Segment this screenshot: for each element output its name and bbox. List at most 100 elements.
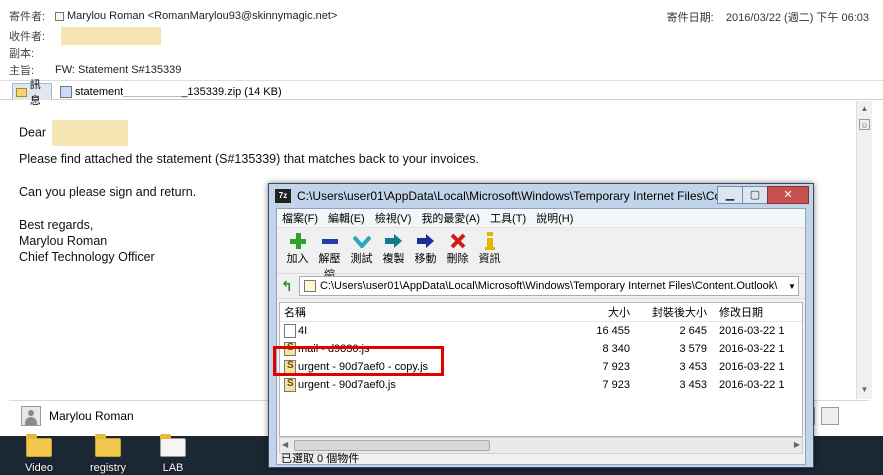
copy-arrow-icon [379,232,408,250]
sender-footer-name[interactable]: Marylou Roman [49,409,134,423]
file-size: 7 923 [602,379,630,391]
sent-date: 寄件日期: 2016/03/22 (週二) 下午 06:03 [667,9,869,25]
redacted-recipient [61,27,161,45]
body-signature-title: Chief Technology Officer [19,250,155,264]
body-scrollbar[interactable]: ▲ ☺ ▼ [856,101,872,399]
menu-tools[interactable]: 工具(T) [485,210,531,226]
file-packed: 2 645 [679,325,707,337]
file-modified: 2016-03-22 1 [719,379,785,391]
info-button[interactable]: 資訊 [475,229,504,271]
file-name: urgent - 90d7aef0.js [298,378,396,391]
column-modified[interactable]: 修改日期 [709,304,799,320]
file-row[interactable]: urgent - 90d7aef0.js 7 923 3 453 2016-03… [280,376,802,394]
attachment-zip[interactable]: statement _135339.zip (14 KB) [58,83,282,100]
move-button-label: 移動 [414,253,437,265]
folder-icon [26,434,52,457]
file-list-header: 名稱 大小 封裝後大小 修改日期 [280,303,802,322]
column-packed-size[interactable]: 封裝後大小 [632,304,709,320]
desktop-icon-registry[interactable]: registry [86,434,130,475]
cc-row: 副本: [9,45,53,61]
copy-button-label: 複製 [382,253,405,265]
body-signature-name: Marylou Roman [19,234,108,248]
column-name[interactable]: 名稱 [280,304,572,320]
message-header: 寄件者: Marylou Roman <RomanMarylou93@skinn… [0,0,883,80]
file-size: 8 340 [602,343,630,355]
file-row[interactable]: 4I 16 455 2 645 2016-03-22 1 [280,322,802,340]
copy-button[interactable]: 複製 [379,229,408,271]
sevenzip-logo-icon: 7z [275,189,291,203]
address-field[interactable]: C:\Users\user01\AppData\Local\Microsoft\… [299,276,799,296]
maximize-button[interactable]: ▢ [742,186,768,204]
column-size[interactable]: 大小 [572,304,632,320]
file-packed: 3 579 [679,343,707,355]
check-chevron-icon [347,232,376,250]
from-label: 寄件者: [9,11,46,23]
to-label: 收件者: [9,31,46,43]
subject-value: FW: Statement S#135339 [55,64,182,76]
menu-help[interactable]: 說明(H) [531,210,578,226]
delete-button[interactable]: 刪除 [443,229,472,271]
delete-button-label: 刪除 [446,253,469,265]
plus-icon [283,232,312,250]
zip-addressbar: ↰ C:\Users\user01\AppData\Local\Microsof… [277,273,805,299]
menu-file[interactable]: 檔案(F) [277,210,323,226]
info-icon [475,232,504,250]
menu-favorites[interactable]: 我的最愛(A) [416,210,485,226]
body-line-1: Please find attached the statement (S#13… [19,152,479,166]
date-label: 寄件日期: [666,12,714,24]
file-modified: 2016-03-22 1 [719,343,785,355]
scroll-up-icon[interactable]: ▲ [859,103,870,114]
menu-edit[interactable]: 編輯(E) [323,210,370,226]
contact-checkbox-icon[interactable] [55,11,64,21]
chevron-down-icon[interactable]: ▼ [786,282,798,291]
zip-window-title: C:\Users\user01\AppData\Local\Microsoft\… [297,189,721,203]
scroll-down-icon[interactable]: ▼ [859,384,870,395]
zip-titlebar[interactable]: 7z C:\Users\user01\AppData\Local\Microso… [269,184,813,208]
up-folder-icon[interactable]: ↰ [281,278,299,295]
file-packed: 3 453 [679,379,707,391]
zip-file-icon [60,85,72,98]
file-name-cell: urgent - 90d7aef0.js [280,378,572,392]
file-packed: 3 453 [679,361,707,373]
folder-path-icon [304,280,316,292]
attachment-suffix: _135339.zip (14 KB) [181,85,282,98]
file-icon [284,324,296,338]
cc-label: 副本: [9,48,35,60]
file-modified: 2016-03-22 1 [719,325,785,337]
file-size: 16 455 [596,325,630,337]
address-path: C:\Users\user01\AppData\Local\Microsoft\… [320,280,778,292]
desktop-icon-label: Video [25,462,53,474]
desktop-icon-video[interactable]: Video [17,434,61,475]
file-name-cell: 4I [280,324,572,338]
scroll-right-icon[interactable]: ▶ [794,440,800,449]
tab-message[interactable]: 訊息 [12,79,52,107]
to-row: 收件者: [9,27,161,45]
scroll-left-icon[interactable]: ◀ [282,440,288,449]
script-file-icon [284,378,296,392]
add-button[interactable]: 加入 [283,229,312,271]
greeting: Dear [19,125,47,140]
zip-toolbar: 加入 解壓縮 測試 複製 移動 刪除 資訊 [277,229,805,281]
hscroll-thumb[interactable] [294,440,490,451]
redacted-filename-part [123,86,182,97]
zip-statusbar: 已選取 0 個物件 [281,453,360,465]
extract-button[interactable]: 解壓縮 [315,229,344,281]
zip-client-area: 檔案(F) 編輯(E) 檢視(V) 我的最愛(A) 工具(T) 說明(H) 加入… [276,208,806,465]
sender-avatar-icon[interactable] [21,405,41,426]
file-size: 7 923 [602,361,630,373]
zip-menubar: 檔案(F) 編輯(E) 檢視(V) 我的最愛(A) 工具(T) 說明(H) [277,209,805,228]
from-value[interactable]: Marylou Roman <RomanMarylou93@skinnymagi… [67,10,337,22]
menu-view[interactable]: 檢視(V) [370,210,417,226]
folder-icon [160,434,186,457]
test-button[interactable]: 測試 [347,229,376,271]
move-button[interactable]: 移動 [411,229,440,271]
desktop-icon-label: registry [89,462,127,474]
desktop-icon-label: LAB [162,462,184,474]
minimize-button[interactable]: ▁ [717,186,743,204]
close-button[interactable]: ✕ [767,186,809,204]
emoji-smiley-icon[interactable]: ☺ [859,119,870,130]
expand-pane-icon[interactable] [821,407,839,425]
file-list-hscrollbar[interactable]: ◀ ▶ [279,437,803,454]
attachment-prefix: statement [75,85,124,98]
desktop-icon-lab[interactable]: LAB [151,434,195,475]
